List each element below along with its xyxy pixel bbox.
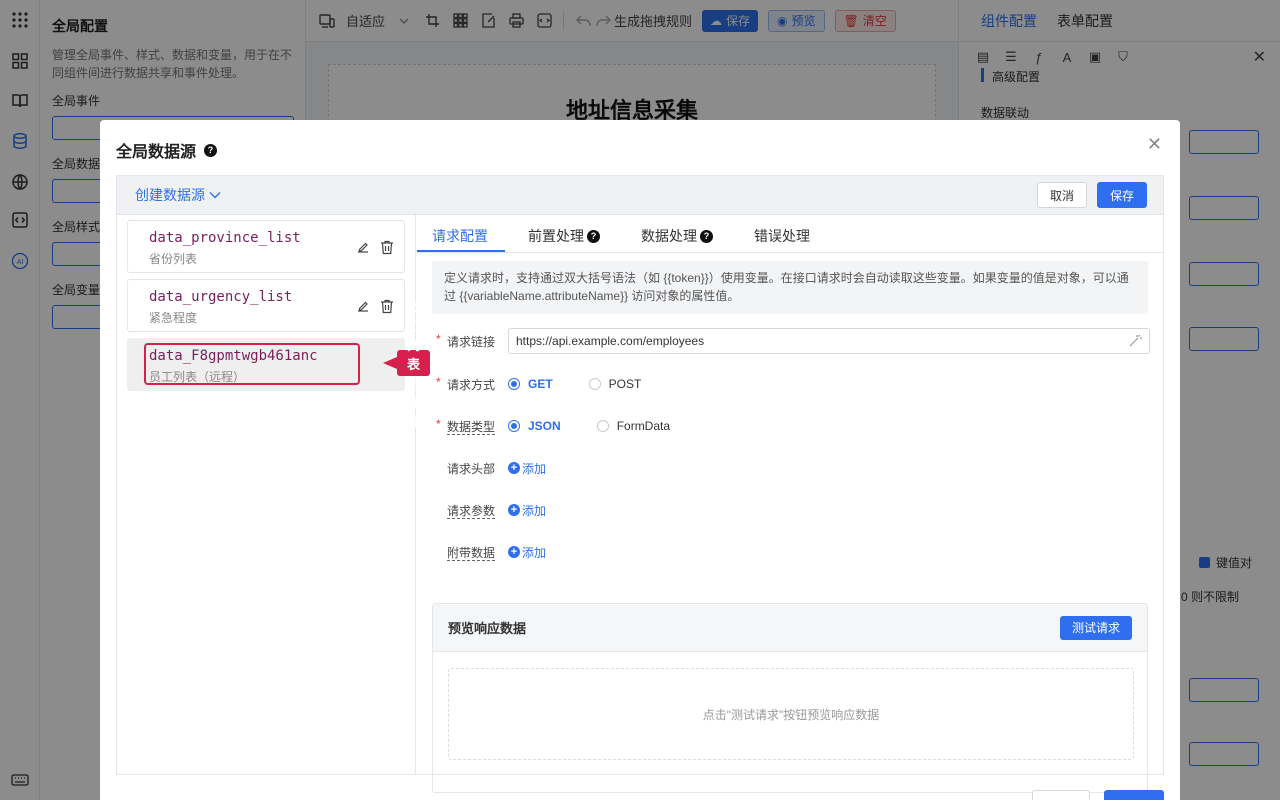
save-button[interactable]: 保存 bbox=[1096, 182, 1147, 208]
footer-cancel-button[interactable] bbox=[1032, 790, 1090, 800]
create-datasource-button[interactable]: 创建数据源 bbox=[135, 185, 221, 205]
headers-label: 请求头部 bbox=[447, 461, 496, 476]
method-get-radio[interactable]: GET bbox=[508, 377, 553, 391]
extra-data-label: 附带数据 bbox=[447, 545, 496, 561]
tab-data-processing[interactable]: 数据处理? bbox=[641, 226, 713, 246]
datasource-item-urgency[interactable]: data_urgency_list 紧急程度 bbox=[127, 279, 405, 332]
edit-icon[interactable] bbox=[356, 239, 370, 255]
tab-pre-processing[interactable]: 前置处理? bbox=[528, 226, 600, 246]
highlight-box bbox=[144, 343, 360, 385]
preview-header: 预览响应数据 测试请求 bbox=[433, 604, 1147, 652]
modal-action-bar: 创建数据源 取消 保存 bbox=[116, 175, 1164, 215]
tab-label: 请求配置 bbox=[432, 228, 488, 244]
response-preview-panel: 预览响应数据 测试请求 点击"测试请求"按钮预览响应数据 bbox=[432, 603, 1148, 793]
variable-syntax-tip: 定义请求时，支持通过双大括号语法（如 {{token}}）使用变量。在接口请求时… bbox=[432, 261, 1148, 314]
preview-title: 预览响应数据 bbox=[448, 621, 527, 636]
datasource-list: data_province_list 省份列表 data_urgency_lis… bbox=[117, 215, 431, 774]
request-config-pane: 请求配置 前置处理? 数据处理? 错误处理 定义请求时，支持通过双大括号语法（如… bbox=[417, 215, 1163, 793]
modal-bar-buttons: 取消 保存 bbox=[1036, 182, 1147, 208]
modal-title: 全局数据源 bbox=[116, 144, 197, 161]
create-datasource-label: 创建数据源 bbox=[135, 187, 205, 203]
datasource-name: data_province_list bbox=[149, 230, 301, 246]
datasource-name: data_urgency_list bbox=[149, 289, 293, 305]
method-label: * 请求方式 bbox=[436, 374, 496, 392]
datasource-item-employees[interactable]: data_F8gpmtwgb461anc 员工列表（远程） bbox=[127, 338, 405, 391]
modal-close-icon[interactable]: ✕ bbox=[1147, 134, 1162, 155]
type-json-radio[interactable]: JSON bbox=[508, 419, 561, 433]
test-request-button[interactable]: 测试请求 bbox=[1059, 615, 1132, 640]
tab-label: 前置处理 bbox=[528, 228, 584, 244]
help-icon: ? bbox=[587, 229, 600, 243]
config-tabs: 请求配置 前置处理? 数据处理? 错误处理 bbox=[417, 215, 1163, 253]
data-type-row: * 数据类型 JSON FormData bbox=[432, 413, 706, 439]
add-header-button[interactable]: + 添加 bbox=[508, 460, 546, 477]
magic-wand-icon[interactable] bbox=[1128, 334, 1142, 348]
datasource-actions bbox=[356, 239, 394, 255]
chevron-down-icon bbox=[209, 192, 221, 199]
tab-error-handling[interactable]: 错误处理 bbox=[754, 226, 810, 246]
headers-row: 请求头部 + 添加 bbox=[432, 455, 546, 481]
delete-icon[interactable] bbox=[380, 298, 394, 314]
help-icon[interactable]: ? bbox=[204, 143, 218, 157]
preview-placeholder: 点击"测试请求"按钮预览响应数据 bbox=[448, 668, 1134, 760]
datasource-item-province[interactable]: data_province_list 省份列表 bbox=[127, 220, 405, 273]
datasource-desc: 省份列表 bbox=[149, 252, 198, 266]
method-post-radio[interactable]: POST bbox=[588, 377, 641, 391]
cancel-button[interactable]: 取消 bbox=[1036, 182, 1087, 208]
edit-icon[interactable] bbox=[356, 298, 370, 314]
modal-header: 全局数据源 ? bbox=[116, 138, 218, 162]
tab-label: 错误处理 bbox=[754, 228, 810, 244]
type-formdata-radio[interactable]: FormData bbox=[596, 419, 670, 433]
method-row: * 请求方式 GET POST bbox=[432, 371, 677, 397]
params-label: 请求参数 bbox=[447, 503, 496, 519]
datasource-actions bbox=[356, 298, 394, 314]
plus-icon: + bbox=[508, 504, 520, 516]
tab-label: 数据处理 bbox=[641, 228, 697, 244]
tab-request-config[interactable]: 请求配置 bbox=[432, 226, 488, 246]
global-datasource-modal: 全局数据源 ? ✕ 创建数据源 取消 保存 data_province_list… bbox=[100, 120, 1180, 800]
url-label: * 请求链接 bbox=[436, 331, 496, 349]
plus-icon: + bbox=[508, 546, 520, 558]
add-extra-data-button[interactable]: + 添加 bbox=[508, 544, 546, 561]
url-input[interactable]: https://api.example.com/employees bbox=[508, 328, 1150, 354]
url-row: * 请求链接 https://api.example.com/employees bbox=[432, 328, 1150, 354]
add-param-button[interactable]: + 添加 bbox=[508, 502, 546, 519]
datasource-desc: 紧急程度 bbox=[149, 311, 198, 325]
params-row: 请求参数 + 添加 bbox=[432, 497, 546, 523]
extra-data-row: 附带数据 + 添加 bbox=[432, 539, 546, 565]
help-icon: ? bbox=[700, 229, 713, 243]
plus-icon: + bbox=[508, 462, 520, 474]
active-tab-indicator bbox=[417, 250, 505, 252]
url-value: https://api.example.com/employees bbox=[516, 334, 705, 348]
delete-icon[interactable] bbox=[380, 239, 394, 255]
footer-confirm-button[interactable] bbox=[1104, 790, 1164, 800]
data-type-label: * 数据类型 bbox=[436, 416, 496, 435]
modal-body: data_province_list 省份列表 data_urgency_lis… bbox=[116, 215, 1164, 793]
